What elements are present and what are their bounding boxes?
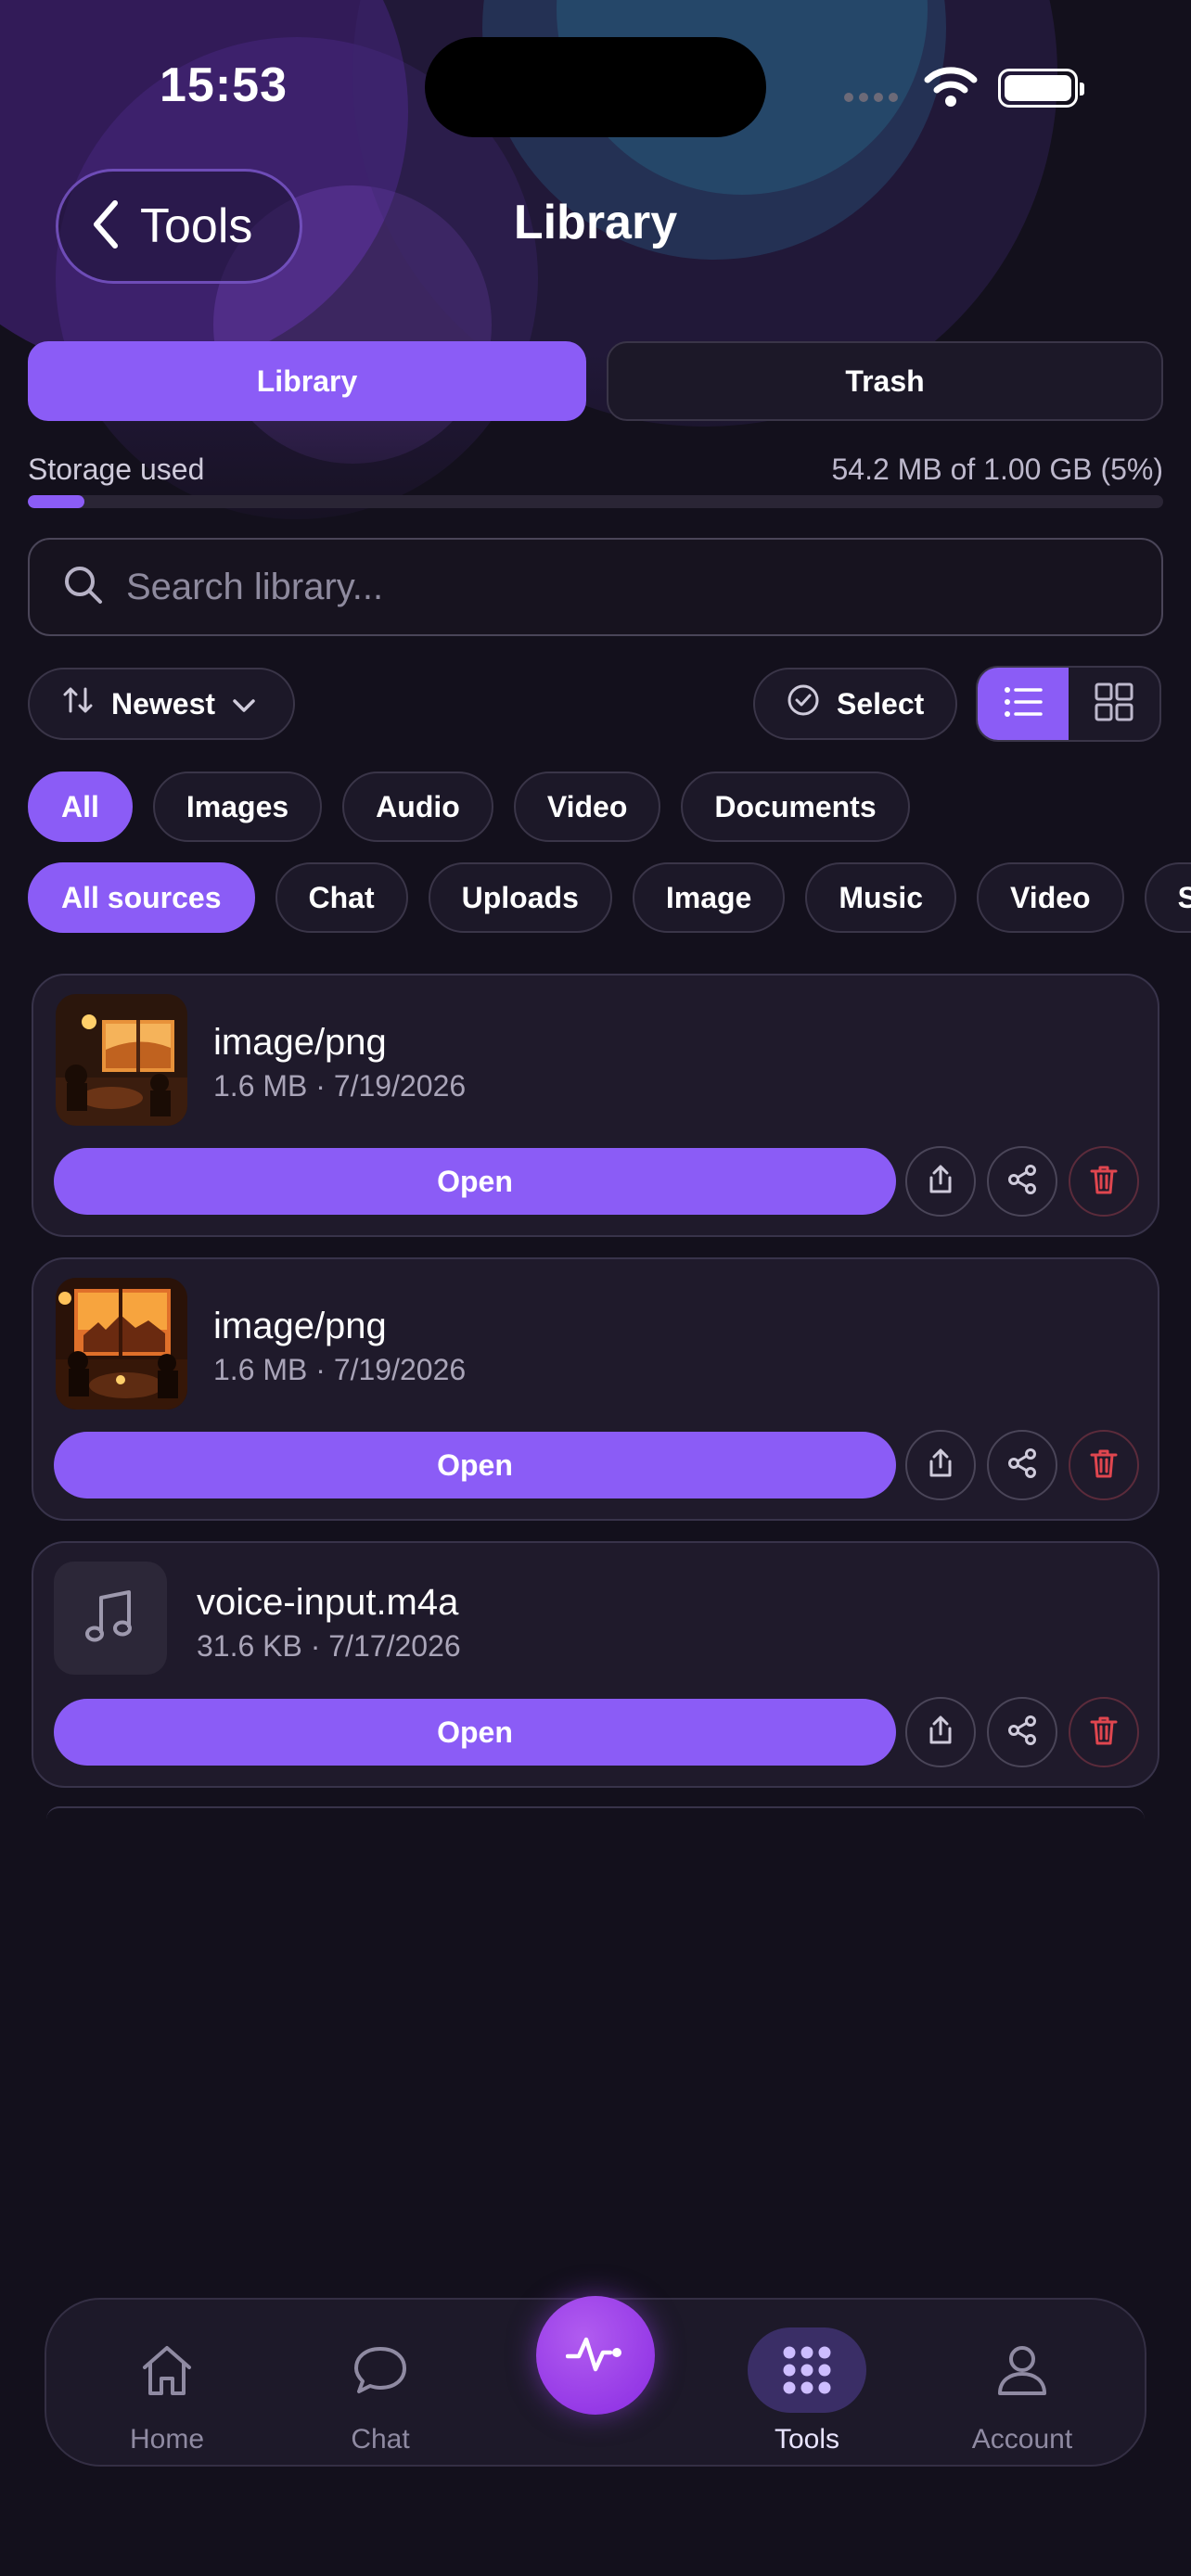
grid-view-button[interactable]	[1069, 668, 1159, 740]
library-item[interactable]: voice-input.m4a 31.6 KB · 7/17/2026 Open	[32, 1541, 1159, 1788]
tab-home[interactable]: Home	[74, 2300, 260, 2468]
tab-library[interactable]: Library	[28, 341, 586, 421]
signal-icon	[844, 93, 898, 102]
source-uploads[interactable]: Uploads	[428, 862, 612, 933]
filter-audio[interactable]: Audio	[342, 772, 493, 842]
dynamic-island	[425, 37, 766, 137]
source-all[interactable]: All sources	[28, 862, 255, 933]
file-meta: 31.6 KB · 7/17/2026	[197, 1629, 461, 1663]
home-icon	[108, 2327, 226, 2413]
source-image[interactable]: Image	[632, 862, 786, 933]
search-input[interactable]	[126, 566, 1100, 608]
storage-progress-fill	[28, 495, 85, 508]
waveform-icon	[565, 2330, 625, 2381]
source-filter-row[interactable]: All sources Chat Uploads Image Music Vid…	[28, 862, 1191, 937]
tab-home-label: Home	[129, 2424, 205, 2455]
search-icon	[63, 565, 104, 610]
sort-icon	[61, 683, 95, 724]
file-name: image/png	[213, 1306, 387, 1346]
audio-thumbnail[interactable]	[54, 1562, 167, 1675]
tab-trash[interactable]: Trash	[607, 341, 1163, 421]
library-item[interactable]: image/png 1.6 MB · 7/19/2026 Open	[32, 1257, 1159, 1521]
image-thumbnail[interactable]	[56, 994, 187, 1126]
open-button[interactable]: Open	[54, 1699, 896, 1766]
trash-icon	[1087, 1447, 1121, 1485]
share-icon	[1005, 1447, 1039, 1485]
storage-label: Storage used	[28, 453, 205, 486]
source-more[interactable]: S	[1144, 862, 1191, 933]
share-button[interactable]	[987, 1146, 1057, 1217]
type-filter-row: All Images Audio Video Documents	[28, 772, 910, 842]
export-button[interactable]	[905, 1146, 976, 1217]
storage-progress	[28, 495, 1163, 508]
status-time: 15:53	[160, 58, 288, 112]
storage-value: 54.2 MB of 1.00 GB (5%)	[831, 453, 1164, 486]
list-view-button[interactable]	[978, 668, 1069, 740]
trash-icon	[1087, 1163, 1121, 1201]
view-mode-toggle[interactable]	[976, 666, 1161, 742]
image-thumbnail[interactable]	[56, 1278, 187, 1409]
page-title: Library	[513, 196, 678, 249]
tab-account[interactable]: Account	[929, 2300, 1115, 2468]
user-icon	[963, 2327, 1082, 2413]
music-note-icon	[84, 1588, 136, 1649]
list-icon	[1004, 686, 1043, 722]
wifi-icon	[924, 65, 978, 112]
source-music[interactable]: Music	[805, 862, 957, 933]
tab-account-label: Account	[971, 2424, 1073, 2455]
delete-button[interactable]	[1069, 1430, 1139, 1500]
voice-action-button[interactable]	[536, 2296, 655, 2415]
sort-dropdown[interactable]: Newest	[28, 668, 295, 740]
grid-dots-icon	[748, 2327, 866, 2413]
tab-tools[interactable]: Tools	[714, 2300, 900, 2468]
open-button[interactable]: Open	[54, 1432, 896, 1498]
source-chat[interactable]: Chat	[275, 862, 408, 933]
share-icon	[1005, 1714, 1039, 1752]
tab-tools-label: Tools	[774, 2424, 840, 2455]
filter-documents[interactable]: Documents	[681, 772, 910, 842]
list-item-edge	[46, 1806, 1145, 1819]
file-meta: 1.6 MB · 7/19/2026	[213, 1353, 467, 1386]
grid-icon	[1095, 682, 1133, 726]
file-name: image/png	[213, 1022, 387, 1063]
trash-icon	[1087, 1714, 1121, 1752]
filter-video[interactable]: Video	[513, 772, 661, 842]
library-item[interactable]: image/png 1.6 MB · 7/19/2026 Open	[32, 974, 1159, 1237]
share-button[interactable]	[987, 1697, 1057, 1767]
check-circle-icon	[787, 683, 820, 724]
chevron-down-icon	[232, 687, 256, 721]
tab-chat[interactable]: Chat	[288, 2300, 473, 2468]
export-button[interactable]	[905, 1697, 976, 1767]
file-meta: 1.6 MB · 7/19/2026	[213, 1069, 467, 1103]
chat-bubble-icon	[321, 2327, 440, 2413]
upload-icon	[924, 1163, 957, 1201]
open-button[interactable]: Open	[54, 1148, 896, 1215]
select-label: Select	[837, 686, 925, 721]
battery-icon	[998, 69, 1084, 108]
export-button[interactable]	[905, 1430, 976, 1500]
source-video[interactable]: Video	[977, 862, 1124, 933]
tab-chat-label: Chat	[351, 2424, 410, 2455]
filter-all[interactable]: All	[28, 772, 133, 842]
filter-images[interactable]: Images	[152, 772, 323, 842]
upload-icon	[924, 1447, 957, 1485]
delete-button[interactable]	[1069, 1146, 1139, 1217]
upload-icon	[924, 1714, 957, 1752]
file-name: voice-input.m4a	[197, 1582, 459, 1623]
delete-button[interactable]	[1069, 1697, 1139, 1767]
search-field[interactable]	[28, 538, 1163, 636]
share-button[interactable]	[987, 1430, 1057, 1500]
sort-label: Newest	[111, 686, 216, 721]
select-button[interactable]: Select	[753, 668, 957, 740]
share-icon	[1005, 1163, 1039, 1201]
